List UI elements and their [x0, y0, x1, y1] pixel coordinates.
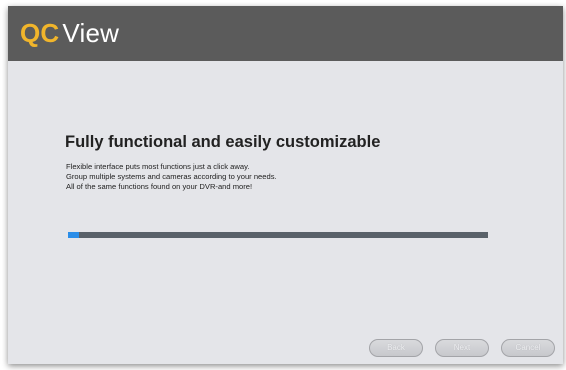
page-title: Fully functional and easily customizable — [65, 133, 381, 151]
app-logo: QC View — [20, 18, 119, 48]
wizard-buttons: Back Next Cancel — [369, 339, 555, 357]
description-line: Flexible interface puts most functions j… — [66, 162, 250, 171]
header-bar: QC View — [8, 6, 563, 61]
back-button[interactable]: Back — [369, 339, 423, 357]
logo-brand: QC — [20, 18, 60, 48]
description-line: All of the same functions found on your … — [66, 182, 253, 191]
installer-window: QC View Fully functional and easily custo… — [8, 6, 563, 364]
description-line: Group multiple systems and cameras accor… — [66, 172, 277, 181]
cancel-button[interactable]: Cancel — [501, 339, 555, 357]
progress-bar — [68, 232, 488, 238]
description-text: Flexible interface puts most functions j… — [66, 162, 277, 192]
progress-fill — [68, 232, 79, 238]
next-button[interactable]: Next — [435, 339, 489, 357]
logo-product: View — [62, 18, 120, 48]
